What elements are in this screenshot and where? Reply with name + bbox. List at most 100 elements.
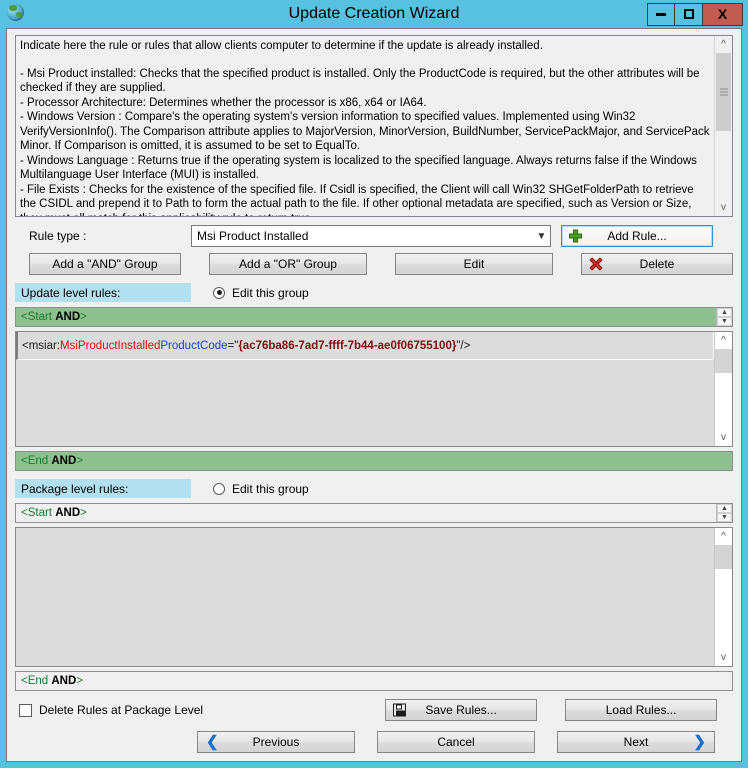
- plus-icon: [569, 229, 582, 243]
- start-and-text: <Start AND>: [21, 507, 87, 519]
- description-panel: Indicate here the rule or rules that all…: [15, 35, 733, 217]
- package-level-scrollbar[interactable]: ^ v: [714, 528, 732, 666]
- description-bullet-1: - Processor Architecture: Determines whe…: [20, 96, 427, 109]
- globe-icon: [5, 3, 27, 25]
- add-or-group-button[interactable]: Add a "OR" Group: [209, 253, 367, 275]
- spinner-down-icon[interactable]: ▼: [717, 317, 732, 326]
- delete-x-icon: [589, 258, 602, 271]
- xml-element-name: MsiProductInstalled: [60, 339, 161, 352]
- rule-type-selected-value: Msi Product Installed: [197, 229, 309, 243]
- rule-type-label: Rule type :: [29, 229, 87, 243]
- xml-tag-close: "/>: [456, 339, 471, 352]
- window-controls: X: [647, 2, 743, 26]
- radio-icon-unchecked[interactable]: [213, 482, 225, 495]
- scroll-track[interactable]: [715, 545, 732, 649]
- scroll-track[interactable]: [715, 349, 732, 429]
- update-level-scrollbar[interactable]: ^ v: [714, 332, 732, 446]
- package-level-end-and-bar[interactable]: <End AND>: [15, 671, 733, 691]
- xml-equals: =": [227, 339, 239, 352]
- update-level-radio[interactable]: Edit this group: [213, 286, 309, 300]
- delete-label: Delete: [639, 257, 675, 271]
- package-level-radio[interactable]: Edit this group: [213, 482, 309, 496]
- update-level-label: Update level rules:: [15, 283, 191, 302]
- update-level-rules-list[interactable]: <msiar: MsiProductInstalled ProductCode ="…: [15, 331, 733, 447]
- title-bar: Update Creation Wizard X: [0, 0, 748, 28]
- chevron-left-icon: ❮: [206, 733, 219, 751]
- scroll-down-icon[interactable]: v: [715, 649, 732, 666]
- update-level-rule-content: <msiar: MsiProductInstalled ProductCode ="…: [16, 332, 714, 446]
- delete-button[interactable]: Delete: [581, 253, 733, 275]
- next-button[interactable]: Next ❯: [557, 731, 715, 753]
- rule-action-buttons: Add a "AND" Group Add a "OR" Group Edit …: [15, 253, 733, 275]
- xml-attribute-value: {ac76ba86-7ad7-ffff-7b44-ae0f06755100}: [238, 339, 457, 352]
- update-creation-wizard-window: Update Creation Wizard X Indicate here t…: [0, 0, 748, 768]
- package-level-radio-label: Edit this group: [232, 481, 309, 496]
- save-floppy-icon: [393, 703, 407, 717]
- scroll-down-icon[interactable]: v: [715, 199, 732, 216]
- package-level-rule-content: [16, 528, 714, 666]
- xml-attribute-name: ProductCode: [160, 339, 228, 352]
- previous-label: Previous: [252, 735, 300, 749]
- update-level-start-and-bar[interactable]: <Start AND> ▲ ▼: [15, 307, 733, 327]
- scroll-track[interactable]: [715, 53, 732, 199]
- maximize-icon: [683, 9, 694, 19]
- package-level-rules-list[interactable]: ^ v: [15, 527, 733, 667]
- rule-list-item[interactable]: <msiar: MsiProductInstalled ProductCode ="…: [16, 332, 714, 360]
- end-and-text: <End AND>: [21, 675, 84, 687]
- update-level-radio-label: Edit this group: [232, 285, 309, 300]
- add-rule-button[interactable]: Add Rule...: [561, 225, 713, 247]
- scroll-thumb[interactable]: [715, 349, 732, 373]
- xml-tag-open: <msiar:: [22, 339, 61, 352]
- checkbox-icon[interactable]: [19, 703, 32, 717]
- description-bullet-2: - Windows Version : Compare's the operat…: [20, 111, 710, 152]
- previous-button[interactable]: ❮ Previous: [197, 731, 355, 753]
- end-and-text: <End AND>: [21, 455, 84, 467]
- package-level-spinner[interactable]: ▲ ▼: [716, 504, 732, 522]
- delete-rules-checkbox[interactable]: Delete Rules at Package Level: [15, 703, 203, 717]
- description-bullet-3: - Windows Language : Returns true if the…: [20, 154, 697, 182]
- rule-type-select[interactable]: Msi Product Installed ▼: [191, 225, 551, 247]
- package-level-start-and-bar[interactable]: <Start AND> ▲ ▼: [15, 503, 733, 523]
- spinner-up-icon[interactable]: ▲: [717, 308, 732, 317]
- scroll-thumb[interactable]: [715, 545, 732, 569]
- scroll-thumb[interactable]: [716, 53, 731, 131]
- description-bullet-4: - File Exists : Checks for the existence…: [20, 183, 694, 217]
- chevron-right-icon: ❯: [693, 733, 706, 751]
- maximize-button[interactable]: [675, 2, 703, 26]
- start-and-text: <Start AND>: [21, 311, 87, 323]
- footer-actions: Delete Rules at Package Level Save Rules…: [15, 699, 733, 721]
- cancel-button[interactable]: Cancel: [377, 731, 535, 753]
- radio-icon-checked[interactable]: [213, 286, 225, 299]
- load-rules-button[interactable]: Load Rules...: [565, 699, 718, 721]
- description-intro: Indicate here the rule or rules that all…: [20, 40, 543, 52]
- scroll-up-icon[interactable]: ^: [715, 332, 732, 349]
- description-text: Indicate here the rule or rules that all…: [16, 36, 714, 216]
- description-scrollbar[interactable]: ^ v: [714, 36, 732, 216]
- chevron-down-icon: ▼: [536, 230, 547, 242]
- description-bullet-0: - Msi Product installed: Checks that the…: [20, 67, 700, 95]
- scroll-up-icon[interactable]: ^: [715, 528, 732, 545]
- update-level-spinner[interactable]: ▲ ▼: [716, 308, 732, 326]
- spinner-down-icon[interactable]: ▼: [717, 513, 732, 522]
- scroll-grip-icon: [719, 88, 728, 96]
- save-rules-button[interactable]: Save Rules...: [385, 699, 538, 721]
- scroll-up-icon[interactable]: ^: [715, 36, 732, 53]
- delete-rules-label: Delete Rules at Package Level: [39, 703, 204, 717]
- minimize-button[interactable]: [647, 2, 675, 26]
- rule-type-row: Rule type : Msi Product Installed ▼ Add …: [15, 225, 733, 247]
- minimize-icon: [656, 12, 666, 16]
- next-label: Next: [623, 735, 649, 749]
- edit-button[interactable]: Edit: [395, 253, 553, 275]
- wizard-navigation: ❮ Previous Cancel Next ❯: [15, 731, 733, 753]
- save-rules-label: Save Rules...: [425, 703, 497, 717]
- window-title: Update Creation Wizard: [288, 5, 460, 22]
- scroll-down-icon[interactable]: v: [715, 429, 732, 446]
- client-area: Indicate here the rule or rules that all…: [6, 28, 742, 762]
- close-button[interactable]: X: [703, 2, 743, 26]
- add-rule-label: Add Rule...: [607, 229, 667, 243]
- package-level-label: Package level rules:: [15, 479, 191, 498]
- add-and-group-button[interactable]: Add a "AND" Group: [29, 253, 181, 275]
- spinner-up-icon[interactable]: ▲: [717, 504, 732, 513]
- update-level-end-and-bar[interactable]: <End AND>: [15, 451, 733, 471]
- update-level-header: Update level rules: Edit this group: [15, 283, 733, 302]
